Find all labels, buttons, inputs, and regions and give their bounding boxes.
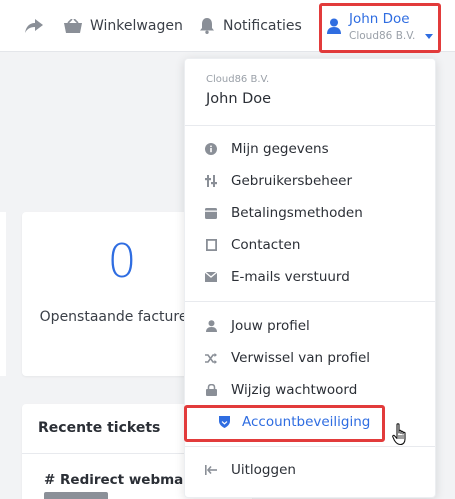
menu-item-jouw-profiel[interactable]: Jouw profiel: [205, 315, 310, 337]
user-icon: [205, 320, 217, 332]
envelope-icon: [205, 271, 217, 283]
lock-icon: [205, 384, 217, 396]
cart-label: Winkelwagen: [90, 18, 183, 34]
menu-item-label: Contacten: [231, 237, 301, 253]
menu-item-uitloggen[interactable]: Uitloggen: [205, 459, 296, 481]
basket-icon: [64, 18, 82, 34]
contact-icon: [205, 239, 217, 251]
menu-item-label: Gebruikersbeheer: [231, 173, 353, 189]
info-icon: [205, 143, 217, 155]
caret-down-icon: [425, 24, 433, 43]
logout-icon: [205, 464, 217, 476]
user-company: Cloud86 B.V.: [349, 30, 416, 42]
ticket-status-badge: [44, 492, 108, 499]
menu-item-betalingsmethoden[interactable]: Betalingsmethoden: [205, 202, 363, 224]
shuffle-icon: [205, 352, 217, 364]
menu-item-mijn-gegevens[interactable]: Mijn gegevens: [205, 138, 329, 160]
divider: [185, 125, 435, 126]
user-icon: [327, 18, 341, 38]
menu-item-emails-verstuurd[interactable]: E-mails verstuurd: [205, 266, 350, 288]
menu-item-label: Mijn gegevens: [231, 141, 329, 157]
dropdown-company: Cloud86 B.V.: [206, 74, 270, 85]
notifications-label: Notificaties: [223, 18, 302, 34]
left-card-edge: [0, 212, 6, 376]
menu-item-label: Uitloggen: [231, 462, 296, 478]
menu-item-wijzig-wachtwoord[interactable]: Wijzig wachtwoord: [205, 379, 357, 401]
top-navigation-bar: Winkelwagen Notificaties John Doe Cloud8…: [0, 0, 455, 53]
menu-item-verwissel-van-profiel[interactable]: Verwissel van profiel: [205, 347, 370, 369]
share-button[interactable]: [25, 0, 43, 52]
menu-item-label: Verwissel van profiel: [231, 350, 371, 366]
menu-item-label: Wijzig wachtwoord: [231, 382, 358, 398]
dropdown-user-name: John Doe: [206, 91, 272, 107]
sliders-icon: [205, 175, 217, 187]
wallet-icon: [205, 207, 217, 219]
menu-item-gebruikersbeheer[interactable]: Gebruikersbeheer: [205, 170, 352, 192]
highlight-box: [184, 405, 385, 442]
recent-tickets-title: Recente tickets: [38, 420, 161, 436]
cart-button[interactable]: Winkelwagen: [64, 0, 183, 52]
menu-item-label: Betalingsmethoden: [231, 205, 363, 221]
menu-item-contacten[interactable]: Contacten: [205, 234, 300, 256]
menu-item-label: Jouw profiel: [231, 318, 310, 334]
user-menu-button[interactable]: John Doe Cloud86 B.V.: [319, 3, 441, 53]
ticket-title[interactable]: # Redirect webmail n: [44, 472, 207, 488]
user-name: John Doe: [349, 11, 410, 27]
share-arrow-icon: [25, 19, 43, 33]
notifications-button[interactable]: Notificaties: [200, 0, 302, 52]
bell-icon: [200, 18, 214, 34]
divider: [185, 301, 435, 302]
hand-cursor-icon: [392, 423, 410, 451]
menu-item-label: E-mails verstuurd: [231, 269, 350, 285]
